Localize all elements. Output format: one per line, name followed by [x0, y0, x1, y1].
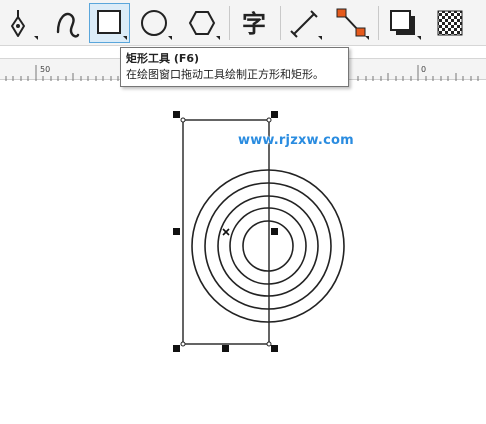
drop-shadow-tool-button[interactable]	[383, 4, 423, 42]
watermark-text: www.rjzxw.com	[238, 133, 354, 148]
toolbar-separator	[229, 6, 230, 40]
toolbar-separator	[378, 6, 379, 40]
dimension-tool-button[interactable]	[284, 4, 324, 42]
handle-bottom-right[interactable]	[271, 345, 278, 352]
ruler-label-50: 50	[40, 65, 51, 74]
ruler-label-0: 0	[421, 65, 427, 74]
flyout-arrow-icon	[417, 36, 421, 40]
rectangle-tool-button[interactable]	[89, 3, 130, 43]
flyout-arrow-icon	[34, 36, 38, 40]
handle-top-left[interactable]	[173, 111, 180, 118]
flyout-arrow-icon	[123, 36, 127, 40]
checkerboard-icon	[437, 10, 463, 36]
bspline-tool-button[interactable]	[46, 4, 86, 42]
handle-top-right[interactable]	[271, 111, 278, 118]
flyout-arrow-icon	[365, 36, 369, 40]
handle-middle-left[interactable]	[173, 228, 180, 235]
flyout-arrow-icon	[216, 36, 220, 40]
text-char-icon: 字	[242, 10, 266, 38]
ellipse-tool-button[interactable]	[134, 4, 174, 42]
toolbar-separator	[280, 6, 281, 40]
center-x-icon[interactable]	[222, 228, 230, 236]
svg-text:字: 字	[242, 10, 266, 38]
flyout-arrow-icon	[168, 36, 172, 40]
flyout-arrow-icon	[318, 36, 322, 40]
polygon-tool-button[interactable]	[182, 4, 222, 42]
pen-tool-button[interactable]	[0, 4, 40, 42]
handle-bottom-left[interactable]	[173, 345, 180, 352]
tool-tooltip: 矩形工具 (F6) 在绘图窗口拖动工具绘制正方形和矩形。	[120, 47, 349, 87]
toolbox: 字	[0, 0, 486, 46]
text-tool-button[interactable]: 字	[234, 4, 274, 42]
connector-tool-button[interactable]	[331, 4, 371, 42]
tooltip-description: 在绘图窗口拖动工具绘制正方形和矩形。	[126, 68, 324, 81]
drawing-canvas[interactable]: www.rjzxw.com	[0, 81, 486, 424]
handle-middle-right[interactable]	[271, 228, 278, 235]
transparency-tool-button[interactable]	[430, 4, 470, 42]
curve-icon	[56, 12, 80, 38]
tooltip-title: 矩形工具 (F6)	[126, 52, 200, 65]
handle-bottom-middle[interactable]	[222, 345, 229, 352]
